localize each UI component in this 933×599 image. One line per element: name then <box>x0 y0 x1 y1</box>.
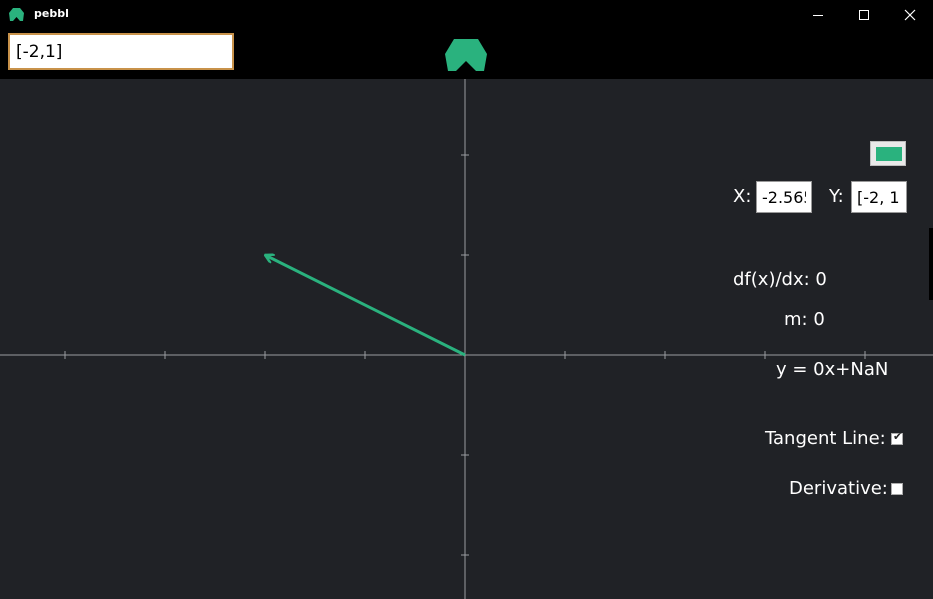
scroll-edge <box>929 228 933 300</box>
color-picker-button[interactable] <box>870 141 906 166</box>
y-input[interactable] <box>851 181 907 213</box>
window-title: pebbl <box>34 7 69 20</box>
derivative-value: df(x)/dx: 0 <box>733 269 827 290</box>
tangent-equation: y = 0x+NaN <box>776 359 889 380</box>
graph-canvas[interactable] <box>0 79 933 599</box>
x-label: X: <box>733 186 752 207</box>
slope-value: m: 0 <box>784 309 825 330</box>
maximize-button[interactable] <box>841 0 887 29</box>
x-input[interactable] <box>756 181 812 213</box>
tangent-line-label: Tangent Line: <box>765 428 886 449</box>
derivative-label: Derivative: <box>789 478 888 499</box>
checkmark-icon: ✔ <box>893 430 903 443</box>
close-icon <box>904 9 916 20</box>
close-button[interactable] <box>887 0 933 29</box>
tangent-line-checkbox[interactable]: ✔ <box>891 430 903 445</box>
toolbar <box>0 29 933 79</box>
app-logo-icon <box>9 8 24 21</box>
minimize-button[interactable] <box>795 0 841 29</box>
minimize-icon <box>813 14 823 16</box>
vector-arrow <box>265 255 466 357</box>
maximize-icon <box>859 9 869 20</box>
color-swatch <box>876 147 902 161</box>
title-bar: pebbl <box>0 0 933 29</box>
expression-input[interactable] <box>8 33 234 70</box>
pebbl-logo-icon <box>445 39 487 71</box>
derivative-checkbox[interactable] <box>891 483 903 495</box>
y-label: Y: <box>829 186 844 207</box>
